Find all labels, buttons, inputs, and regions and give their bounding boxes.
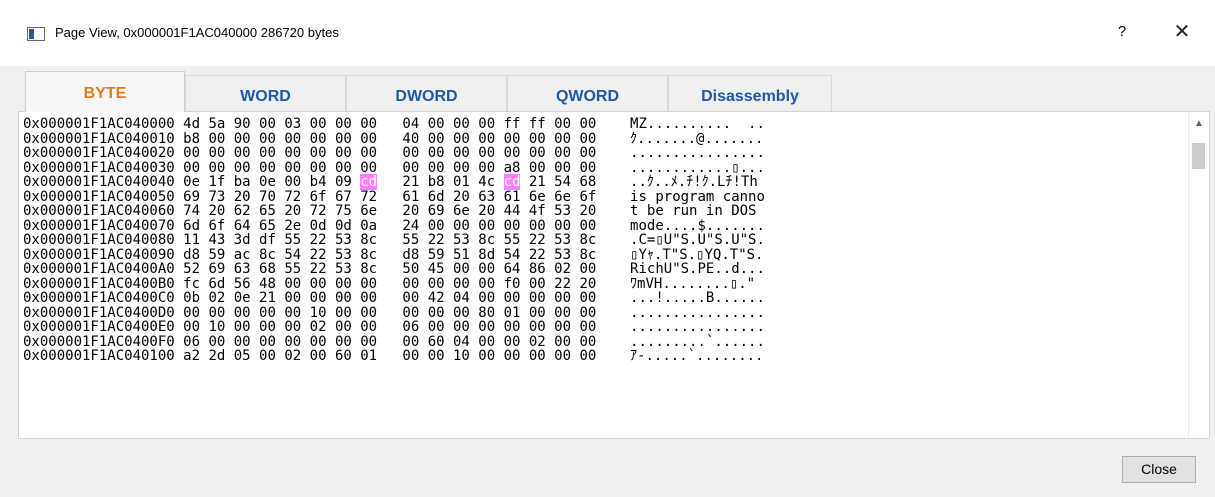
hex-row[interactable]: 0x000001F1AC040090 d8 59 ac 8c 54 22 53 … [23,247,1185,263]
row-address: 0x000001F1AC040100 [23,348,175,364]
scroll-thumb[interactable] [1192,143,1205,169]
hex-row[interactable]: 0x000001F1AC040060 74 20 62 65 20 72 75 … [23,204,1185,219]
hex-byte[interactable]: 00 [478,348,495,364]
help-button[interactable]: ? [1110,20,1134,44]
vertical-scrollbar[interactable]: ▲ [1188,112,1209,438]
hex-byte[interactable]: 60 [335,348,352,364]
hex-byte[interactable]: 00 [529,348,546,364]
hex-row[interactable]: 0x000001F1AC0400A0 52 69 63 68 55 22 53 … [23,262,1185,277]
hex-row[interactable]: 0x000001F1AC0400D0 00 00 00 00 00 10 00 … [23,305,1185,321]
tab-byte[interactable]: BYTE [25,71,185,112]
hex-row[interactable]: 0x000001F1AC040080 11 43 3d df 55 22 53 … [23,233,1185,248]
hex-byte[interactable]: a2 [183,348,200,364]
hex-row[interactable]: 0x000001F1AC040020 00 00 00 00 00 00 00 … [23,146,1185,161]
tab-word[interactable]: WORD [185,75,346,111]
hex-row[interactable]: 0x000001F1AC040050 69 73 20 70 72 6f 67 … [23,189,1185,205]
hex-byte[interactable]: 00 [310,348,327,364]
hex-byte[interactable]: 01 [360,348,377,364]
window-title: Page View, 0x000001F1AC040000 286720 byt… [55,25,339,40]
hex-byte[interactable]: 00 [504,348,521,364]
hex-byte[interactable]: 2d [208,348,225,364]
hex-row[interactable]: 0x000001F1AC0400C0 0b 02 0e 21 00 00 00 … [23,291,1185,306]
hex-row[interactable]: 0x000001F1AC040070 6d 6f 64 65 2e 0d 0d … [23,218,1185,234]
ascii-column: ｱ-.....`........ [630,348,764,364]
hex-row[interactable]: 0x000001F1AC040040 0e 1f ba 0e 00 b4 09 … [23,174,1185,190]
scroll-up-arrow-icon[interactable]: ▲ [1189,114,1209,134]
hex-byte[interactable]: 02 [284,348,301,364]
close-button[interactable]: Close [1122,456,1196,483]
hex-byte[interactable]: 10 [453,348,470,364]
hex-row[interactable]: 0x000001F1AC040030 00 00 00 00 00 00 00 … [23,160,1185,176]
tab-disassembly[interactable]: Disassembly [668,75,832,111]
hex-byte[interactable]: 00 [259,348,276,364]
hex-byte[interactable]: 05 [234,348,251,364]
hex-row[interactable]: 0x000001F1AC040000 4d 5a 90 00 03 00 00 … [23,117,1185,132]
view-tabs: BYTE WORD DWORD QWORD Disassembly [25,71,840,112]
hex-row[interactable]: 0x000001F1AC0400B0 fc 6d 56 48 00 00 00 … [23,276,1185,292]
hex-row[interactable]: 0x000001F1AC040010 b8 00 00 00 00 00 00 … [23,131,1185,147]
hex-byte[interactable]: 00 [428,348,445,364]
hex-byte[interactable]: 00 [554,348,571,364]
hex-byte[interactable]: 00 [579,348,596,364]
hex-row[interactable]: 0x000001F1AC0400F0 06 00 00 00 00 00 00 … [23,334,1185,350]
hex-view-panel[interactable]: 0x000001F1AC040000 4d 5a 90 00 03 00 00 … [18,111,1210,439]
close-window-icon[interactable]: ✕ [1168,20,1196,44]
hex-dump[interactable]: 0x000001F1AC040000 4d 5a 90 00 03 00 00 … [23,117,1185,438]
tab-qword[interactable]: QWORD [507,75,668,111]
hex-byte[interactable]: 00 [402,348,419,364]
tab-dword[interactable]: DWORD [346,75,507,111]
title-bar: Page View, 0x000001F1AC040000 286720 byt… [0,0,1215,66]
hex-row[interactable]: 0x000001F1AC040100 a2 2d 05 00 02 00 60 … [23,349,1185,364]
hex-row[interactable]: 0x000001F1AC0400E0 00 10 00 00 00 02 00 … [23,320,1185,335]
window-icon [27,27,45,41]
